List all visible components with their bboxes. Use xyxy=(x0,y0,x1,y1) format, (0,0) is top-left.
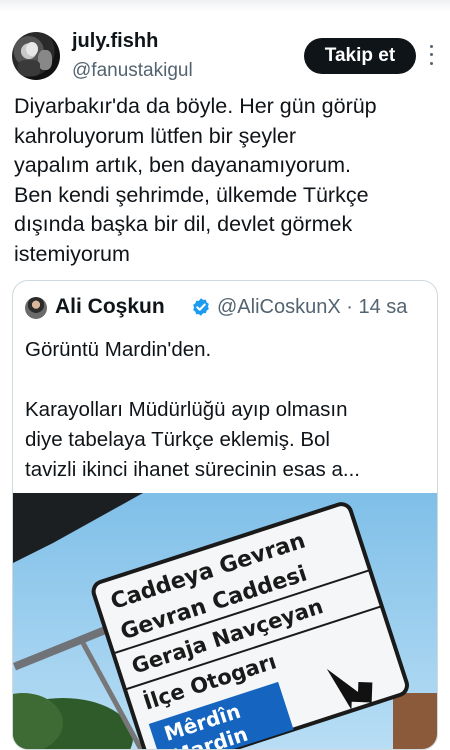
quoted-text-line: Görüntü Mardin'den. xyxy=(25,338,212,361)
verified-badge-icon xyxy=(193,298,209,316)
status-bar-fade xyxy=(0,0,450,12)
tweet-text-line: istemiyorum xyxy=(14,241,130,266)
tweet-text-line: Ben kendi şehrimde, ülkemde Türkçe xyxy=(14,182,369,207)
follow-button[interactable]: Takip et xyxy=(304,38,416,74)
tweet-text-line: Diyarbakır'da da böyle. Her gün görüp xyxy=(14,94,377,118)
building xyxy=(393,693,437,749)
author-handle[interactable]: @fanustakigul xyxy=(72,60,193,82)
quoted-text-line: diye tabelaya Türkçe eklemiş. Bol xyxy=(25,428,330,451)
avatar[interactable] xyxy=(12,32,60,80)
tweet-text: Diyarbakır'da da böyle. Her gün görüp ka… xyxy=(14,92,438,269)
quoted-text-line: tavizli ikinci ihanet sürecinin esas a..… xyxy=(25,458,360,481)
tweet-text-line: dışında başka bir dil, devlet görmek xyxy=(14,212,353,236)
tweet-header: july.fishh @fanustakigul Takip et xyxy=(12,30,438,90)
more-vertical-icon[interactable] xyxy=(424,42,438,68)
quoted-text-line: Karayolları Müdürlüğü ayıp olmasın xyxy=(25,398,348,421)
quoted-author-handle[interactable]: @AliCoskunX · 14 sa xyxy=(217,296,407,319)
quoted-avatar[interactable] xyxy=(25,297,47,319)
quoted-tweet-card[interactable]: Ali Coşkun @AliCoskunX · 14 sa Görüntü M… xyxy=(12,280,438,750)
quoted-photo[interactable]: Caddeya Gevran Gevran Caddesi Geraja Nav… xyxy=(13,493,437,749)
quoted-text: Görüntü Mardin'den. Karayolları Müdürlüğ… xyxy=(25,335,435,485)
road-sign-photo: Caddeya Gevran Gevran Caddesi Geraja Nav… xyxy=(13,493,437,749)
author-name[interactable]: july.fishh xyxy=(72,30,158,53)
tweet-text-line: yapalım artık, ben dayanamıyorum. xyxy=(14,153,351,177)
quoted-text-line xyxy=(25,365,435,395)
tweet-text-line: kahroluyorum lütfen bir şeyler xyxy=(14,123,297,148)
quoted-author-name[interactable]: Ali Coşkun xyxy=(55,295,165,319)
